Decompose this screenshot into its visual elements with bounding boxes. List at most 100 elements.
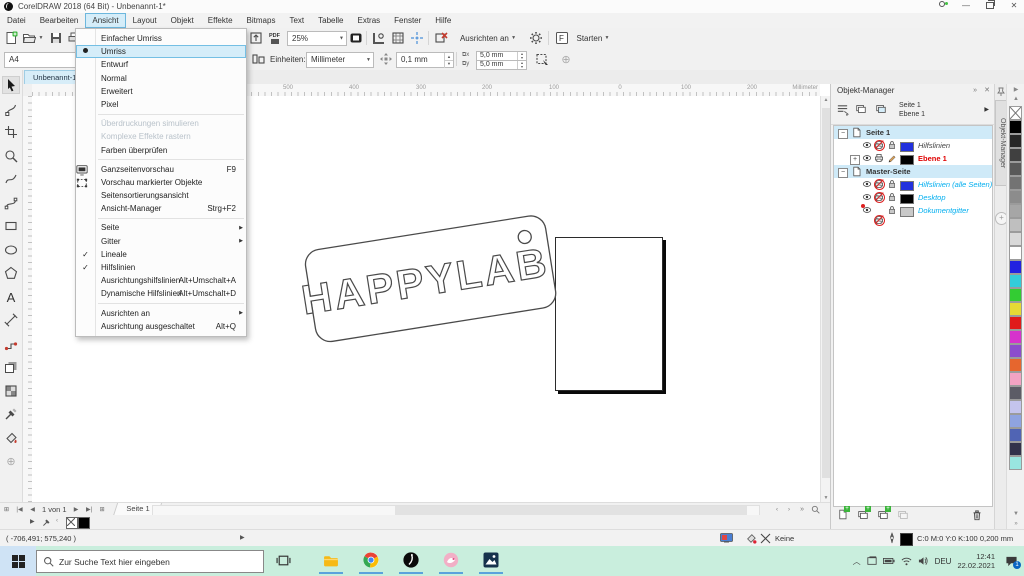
view-menu-item-seite[interactable]: Seite▶	[76, 221, 246, 234]
publish-pdf-icon[interactable]: PDF	[267, 30, 283, 46]
tray-chevron-icon[interactable]: ︿	[853, 556, 861, 567]
view-menu-item-ausrichtungshilfslinien[interactable]: AusrichtungshilfslinienAlt+Umschalt+A	[76, 274, 246, 287]
lock-icon[interactable]	[887, 205, 897, 215]
transparency-tool[interactable]	[2, 382, 20, 400]
palette-swatch-17[interactable]	[1009, 344, 1022, 358]
view-menu-item-pixel[interactable]: Pixel	[76, 98, 246, 111]
view-menu-item-farben-überprüfen[interactable]: Farben überprüfen	[76, 144, 246, 157]
open-dropdown-icon[interactable]: ▼	[37, 30, 45, 46]
drop-shadow-tool[interactable]	[2, 358, 20, 376]
layer-row-desktop[interactable]: Desktop	[834, 191, 992, 204]
view-grid-icon[interactable]	[390, 30, 406, 46]
last-page-icon[interactable]: ▶|	[83, 506, 96, 513]
menu-tabelle[interactable]: Tabelle	[311, 13, 350, 28]
taskbar-search-input[interactable]: Zur Suche Text hier eingeben	[36, 550, 264, 573]
add-page-end-icon[interactable]: ⊞	[96, 506, 109, 513]
collapse-icon[interactable]: ‹	[56, 518, 58, 524]
outline-pen-icon[interactable]	[888, 532, 896, 545]
printable-icon[interactable]	[874, 153, 884, 163]
palette-swatch-2[interactable]	[1009, 134, 1022, 148]
menu-ansicht[interactable]: Ansicht	[85, 13, 125, 28]
nudge-input[interactable]: 0,1 mm▲▼	[396, 52, 454, 68]
new-master-layer-all-button[interactable]	[897, 509, 909, 521]
dimension-tool[interactable]	[2, 311, 20, 329]
hscroll-right-icon[interactable]: ›	[788, 507, 790, 513]
menu-bearbeiten[interactable]: Bearbeiten	[33, 13, 86, 28]
full-screen-preview-icon[interactable]	[348, 30, 364, 46]
outline-color-swatch[interactable]	[78, 517, 90, 529]
coreldraw-icon[interactable]	[398, 548, 424, 572]
palette-flyout-icon[interactable]: ▶	[1007, 86, 1024, 93]
snap-to-dropdown[interactable]: Ausrichten an ▼	[453, 30, 523, 46]
pick-tool[interactable]	[2, 76, 20, 94]
docker-close-icon[interactable]: ✕	[984, 84, 990, 98]
connector-tool[interactable]	[2, 335, 20, 353]
view-rulers-icon[interactable]	[371, 30, 387, 46]
launch-icon[interactable]: F	[554, 30, 570, 46]
palette-swatch-16[interactable]	[1009, 330, 1022, 344]
zoom-levels-combo[interactable]: 25%▼	[287, 31, 347, 46]
battery-icon[interactable]	[883, 557, 895, 565]
coords-flyout-icon[interactable]: ▶	[240, 534, 245, 541]
account-icon[interactable]	[932, 0, 952, 13]
add-page-start-icon[interactable]: ⊞	[0, 506, 13, 513]
next-page-icon[interactable]: ▶	[70, 506, 83, 513]
layer-row-hilfslinien[interactable]: Hilfslinien	[834, 139, 992, 152]
palette-swatch-18[interactable]	[1009, 358, 1022, 372]
snap-off-icon[interactable]	[433, 30, 449, 46]
ellipse-tool[interactable]	[2, 241, 20, 259]
view-menu-item-hilfslinien[interactable]: ✓Hilfslinien	[76, 261, 246, 274]
layer-color-swatch[interactable]	[900, 155, 914, 165]
layer-manager-view-icon[interactable]	[836, 103, 849, 116]
options-gear-icon[interactable]	[528, 30, 544, 46]
page-size-combo[interactable]: A4	[4, 52, 76, 68]
view-menu-item-erweitert[interactable]: Erweitert	[76, 85, 246, 98]
layer-color-swatch[interactable]	[900, 181, 914, 191]
layer-row-seite-1[interactable]: −Seite 1	[834, 126, 992, 139]
palette-swatch-13[interactable]	[1009, 288, 1022, 302]
treat-as-filled-icon[interactable]	[534, 51, 550, 67]
hscroll-left-icon[interactable]: ‹	[776, 507, 778, 513]
menu-objekt[interactable]: Objekt	[164, 13, 201, 28]
expander-minus-icon[interactable]: −	[838, 168, 848, 178]
import-icon[interactable]	[248, 30, 264, 46]
save-icon[interactable]	[48, 30, 64, 46]
portrait-landscape-icon[interactable]	[250, 51, 266, 67]
photos-icon[interactable]	[478, 548, 504, 572]
shape-tool[interactable]	[2, 100, 20, 118]
view-menu-item-ansicht-manager[interactable]: Ansicht-ManagerStrg+F2	[76, 202, 246, 215]
palette-scroll-down-icon[interactable]: ▼	[1007, 511, 1024, 517]
palette-swatch-14[interactable]	[1009, 302, 1022, 316]
flyout-arrow-icon[interactable]: ▶	[30, 518, 35, 525]
happylab-tag-object[interactable]: HAPPYLAB	[287, 196, 577, 361]
fill-status-icon[interactable]	[745, 533, 757, 544]
view-menu-item-ganzseitenvorschau[interactable]: GanzseitenvorschauF9	[76, 163, 246, 176]
hscroll-thumb[interactable]	[395, 506, 746, 515]
palette-swatch-24[interactable]	[1009, 442, 1022, 456]
file-explorer-icon[interactable]	[318, 548, 344, 572]
menu-layout[interactable]: Layout	[126, 13, 164, 28]
pink-app-icon[interactable]	[438, 548, 464, 572]
menu-hilfe[interactable]: Hilfe	[428, 13, 458, 28]
palette-scroll-up-icon[interactable]: ▲	[1007, 96, 1024, 102]
delete-layer-button[interactable]	[971, 509, 983, 521]
new-page-button[interactable]: +	[837, 509, 848, 520]
palette-swatch-12[interactable]	[1009, 274, 1022, 288]
palette-swatch-25[interactable]	[1009, 456, 1022, 470]
keyboard-language[interactable]: DEU	[935, 557, 952, 566]
palette-swatch-15[interactable]	[1009, 316, 1022, 330]
polygon-tool[interactable]	[2, 264, 20, 282]
task-view-icon[interactable]	[270, 548, 296, 572]
view-menu-item-gitter[interactable]: Gitter▶	[76, 235, 246, 248]
no-color-swatch[interactable]	[1009, 106, 1022, 120]
menu-effekte[interactable]: Effekte	[201, 13, 240, 28]
layer-color-swatch[interactable]	[900, 194, 914, 204]
zoom-scroll-icon[interactable]	[811, 505, 820, 514]
view-menu-item-umriss[interactable]: Umriss	[76, 45, 246, 58]
view-guidelines-icon[interactable]	[409, 30, 425, 46]
docker-options-arrow-icon[interactable]: ▶	[984, 106, 989, 113]
freehand-tool[interactable]	[2, 170, 20, 188]
palette-swatch-23[interactable]	[1009, 428, 1022, 442]
lock-icon[interactable]	[887, 140, 897, 150]
minimize-button[interactable]: —	[956, 0, 976, 13]
